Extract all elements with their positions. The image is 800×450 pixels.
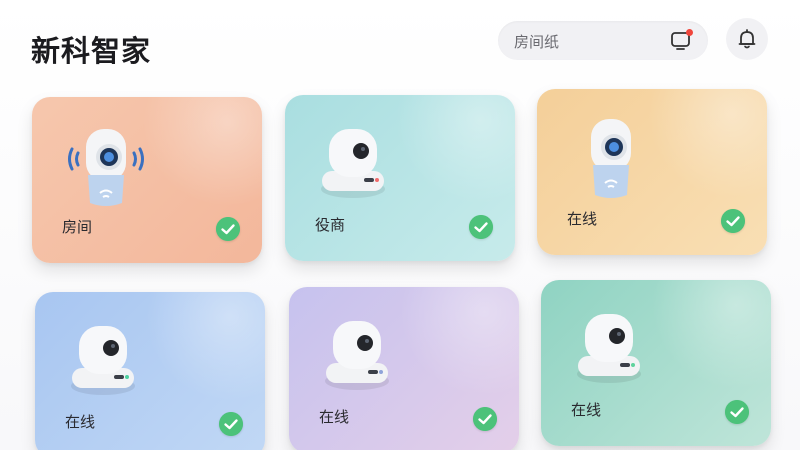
- bell-icon: [738, 29, 756, 49]
- check-icon: [219, 412, 243, 436]
- tv-notification-icon[interactable]: [670, 29, 694, 51]
- search-text: 房间纸: [514, 33, 560, 51]
- check-icon: [473, 407, 497, 431]
- check-icon: [721, 209, 745, 233]
- notification-button[interactable]: [726, 18, 768, 60]
- device-label: 在线: [567, 210, 598, 228]
- camera-icon: [591, 119, 631, 198]
- device-card-4[interactable]: 在线: [35, 292, 265, 450]
- device-card-5[interactable]: 在线: [289, 287, 519, 450]
- search-bar[interactable]: 房间纸: [498, 21, 708, 60]
- device-label: 房间: [62, 218, 93, 236]
- check-icon: [216, 217, 240, 241]
- device-card-6[interactable]: 在线: [541, 280, 771, 446]
- device-label: 在线: [65, 413, 96, 431]
- check-icon: [725, 400, 749, 424]
- device-label: 在线: [571, 401, 602, 419]
- dome-camera-icon: [71, 326, 135, 395]
- dome-camera-icon: [577, 314, 641, 383]
- dome-camera-icon: [325, 321, 389, 390]
- check-icon: [469, 215, 493, 239]
- device-label: 役商: [315, 216, 346, 234]
- camera-with-signal-icon: [68, 129, 144, 206]
- dome-camera-icon: [321, 129, 385, 198]
- device-card-1[interactable]: 房间: [32, 97, 262, 263]
- home-screen: 新科智家 房间纸 房间 役商 在线 在线 在线 在线: [0, 0, 800, 450]
- device-card-3[interactable]: 在线: [537, 89, 767, 255]
- device-label: 在线: [319, 408, 350, 426]
- device-card-2[interactable]: 役商: [285, 95, 515, 261]
- page-title: 新科智家: [31, 34, 152, 68]
